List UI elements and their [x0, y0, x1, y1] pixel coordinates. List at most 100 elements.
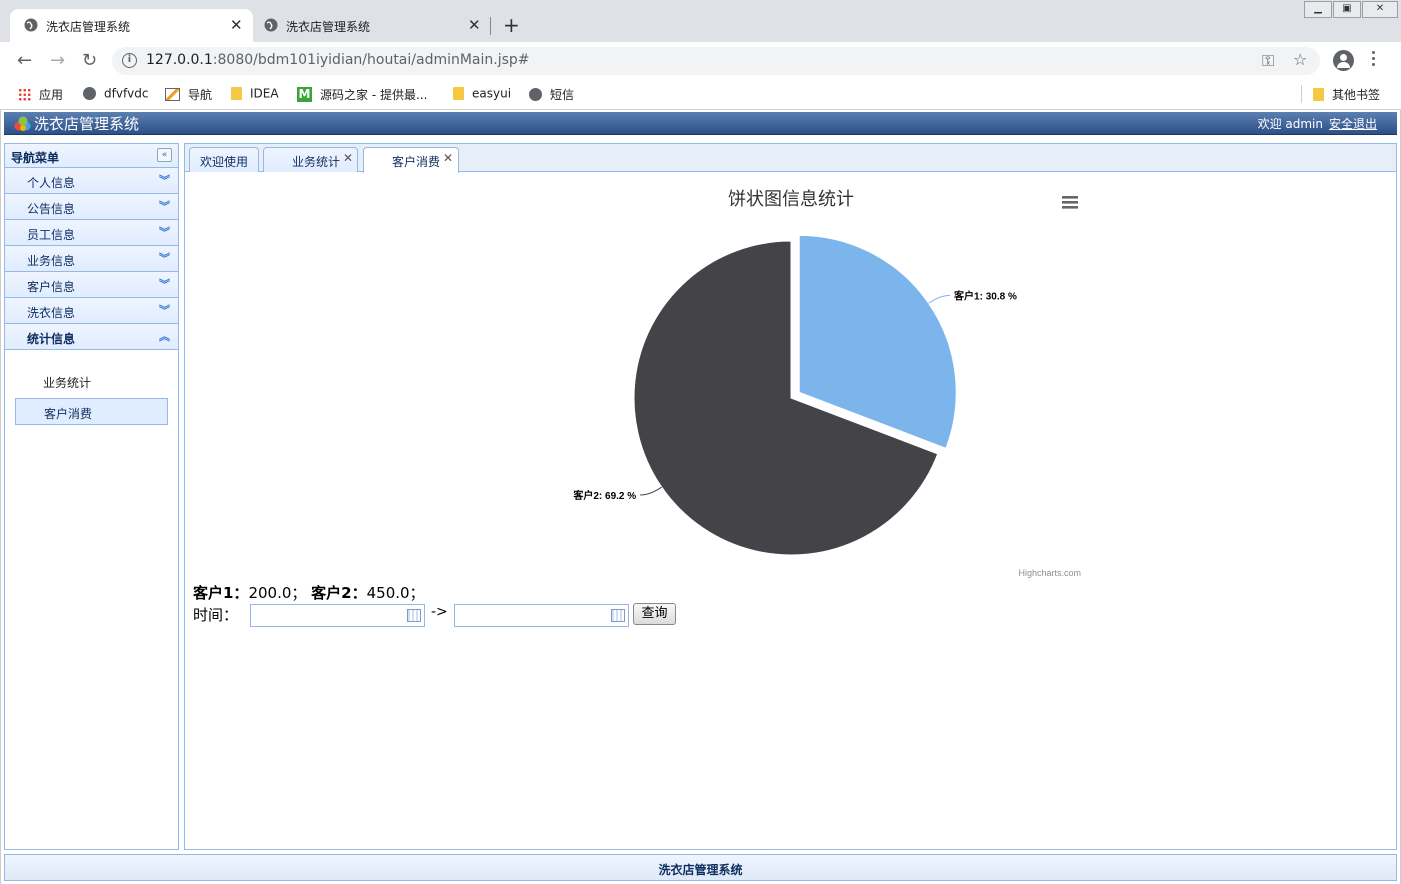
nav-section-staff[interactable]: 员工信息 ︾ [5, 220, 178, 246]
chart-title: 饼状图信息统计 [728, 189, 854, 209]
nav-section-laundry[interactable]: 洗衣信息 ︾ [5, 298, 178, 324]
apps-grid-icon [18, 88, 31, 101]
calendar-icon[interactable] [611, 609, 625, 622]
customer2-label: 客户2： [311, 584, 367, 602]
tab-separator [490, 17, 491, 35]
browser-tab-title: 洗衣店管理系统 [46, 20, 131, 34]
logout-link[interactable]: 安全退出 [1329, 117, 1377, 131]
bookmark-idea[interactable]: IDEA [231, 86, 279, 104]
time-label: 时间： [193, 606, 239, 624]
reload-icon[interactable]: ↻ [82, 50, 97, 71]
tab-customer-spending[interactable]: 客户消费 ✕ [363, 147, 459, 173]
app-header: 洗衣店管理系统 欢迎 admin 安全退出 [4, 112, 1397, 135]
bookmarks-separator [1301, 85, 1302, 103]
customer1-value: 200.0； [248, 584, 307, 602]
nav-section-personal[interactable]: 个人信息 ︾ [5, 168, 178, 194]
double-chevron-down-icon: ︾ [159, 226, 170, 239]
tab-business-stats[interactable]: 业务统计 ✕ [263, 147, 358, 172]
customer2-value: 450.0； [366, 584, 425, 602]
folder-icon [1313, 88, 1324, 101]
other-bookmarks[interactable]: 其他书签 [1313, 86, 1380, 104]
bookmark-easyui[interactable]: easyui [453, 86, 511, 104]
forward-arrow-icon[interactable]: → [50, 50, 65, 71]
pie-connector-1 [928, 294, 951, 304]
globe-icon [529, 88, 542, 101]
m-logo-icon: M [297, 87, 312, 102]
browser-tab-strip: 洗衣店管理系统 ✕ 洗衣店管理系统 ✕ + ▁ ▣ ✕ [0, 0, 1401, 42]
calendar-icon[interactable] [407, 609, 421, 622]
close-icon[interactable]: ✕ [443, 151, 453, 165]
pie-label-1: 客户1: 30.8 % [953, 289, 1017, 302]
close-icon[interactable]: ✕ [343, 151, 353, 165]
folder-icon [453, 87, 464, 100]
nav-title: 导航菜单 [11, 151, 60, 165]
app-logo-icon [14, 116, 31, 131]
folder-icon [231, 87, 242, 100]
address-bar[interactable]: i 127.0.0.1:8080/bdm101iyidian/houtai/ad… [112, 47, 1320, 75]
nav-section-business[interactable]: 业务信息 ︾ [5, 246, 178, 272]
sub-item-business-stats[interactable]: 业务统计 [15, 368, 168, 395]
pie-chart: 饼状图信息统计 客户1: 30.8 % 客户2: 69.2 % Highchart… [572, 189, 1081, 578]
bookmark-dfvfvdc[interactable]: dfvfvdc [83, 86, 148, 104]
pie-connector-2 [640, 486, 662, 496]
bookmark-apps[interactable]: 应用 [18, 86, 63, 104]
double-chevron-down-icon: ︾ [159, 252, 170, 265]
welcome-area: 欢迎 admin 安全退出 [1258, 115, 1377, 132]
maximize-button[interactable]: ▣ [1333, 1, 1361, 18]
nav-header: 导航菜单 « [5, 144, 178, 168]
customer1-label: 客户1： [193, 584, 249, 602]
profile-avatar-icon[interactable] [1333, 50, 1354, 71]
bookmark-duanxin[interactable]: 短信 [529, 86, 574, 104]
double-chevron-down-icon: ︾ [159, 174, 170, 187]
nav-section-notice[interactable]: 公告信息 ︾ [5, 194, 178, 220]
nav-panel: 导航菜单 « 个人信息 ︾ 公告信息 ︾ 员工信息 ︾ 业务信息 ︾ 客户信息 ︾ 洗衣信… [4, 143, 179, 850]
double-chevron-down-icon: ︾ [159, 304, 170, 317]
back-arrow-icon[interactable]: ← [17, 50, 32, 71]
sub-item-customer-spending[interactable]: 客户消费 [15, 398, 168, 425]
chart-credits[interactable]: Highcharts.com [1018, 568, 1081, 578]
minimize-button[interactable]: ▁ [1304, 1, 1332, 18]
footer-text: 洗衣店管理系统 [658, 863, 743, 877]
content-tabs: 欢迎使用 业务统计 ✕ 客户消费 ✕ [185, 144, 1396, 173]
close-icon[interactable]: ✕ [468, 16, 481, 34]
browser-toolbar: ← → ↻ i 127.0.0.1:8080/bdm101iyidian/hou… [0, 42, 1401, 80]
app-title: 洗衣店管理系统 [34, 115, 140, 133]
start-date-input[interactable] [250, 604, 425, 627]
double-chevron-down-icon: ︾ [159, 278, 170, 291]
url-text: 127.0.0.1:8080/bdm101iyidian/houtai/admi… [146, 52, 530, 68]
globe-icon [264, 18, 278, 32]
key-icon[interactable]: ⚿ [1262, 51, 1274, 71]
query-button[interactable]: 查询 [633, 603, 676, 625]
bookmark-yuanma[interactable]: M 源码之家 - 提供最... [297, 86, 427, 104]
globe-icon [83, 87, 96, 100]
bookmarks-bar: 应用 dfvfvdc 导航 IDEA M 源码之家 - 提供最... easyui… [0, 80, 1401, 110]
tab-welcome[interactable]: 欢迎使用 [189, 147, 259, 172]
new-tab-button[interactable]: + [503, 13, 520, 37]
browser-tab-2[interactable]: 洗衣店管理系统 ✕ [250, 9, 490, 42]
end-date-input[interactable] [454, 604, 629, 627]
close-icon[interactable]: ✕ [230, 16, 243, 34]
info-icon[interactable]: i [122, 53, 137, 68]
browser-tab-1[interactable]: 洗衣店管理系统 ✕ [10, 9, 253, 42]
nav-section-statistics[interactable]: 统计信息 ︽ [5, 324, 178, 350]
window-close-button[interactable]: ✕ [1362, 1, 1398, 18]
app-footer: 洗衣店管理系统 [4, 854, 1397, 881]
bookmark-daohang[interactable]: 导航 [165, 86, 212, 104]
collapse-left-icon[interactable]: « [157, 148, 172, 162]
browser-tab-title: 洗衣店管理系统 [286, 20, 371, 34]
globe-icon [24, 18, 38, 32]
nav-section-customer[interactable]: 客户信息 ︾ [5, 272, 178, 298]
double-chevron-down-icon: ︾ [159, 200, 170, 213]
chart-menu-icon[interactable] [1062, 196, 1078, 209]
range-arrow: -> [431, 604, 448, 620]
welcome-text: 欢迎 admin [1257, 117, 1323, 131]
totals-line: 客户1：200.0； 客户2：450.0； [193, 582, 425, 603]
pie-label-2: 客户2: 69.2 % [572, 489, 636, 502]
menu-kebab-icon[interactable] [1372, 51, 1376, 67]
double-chevron-up-icon: ︽ [159, 330, 170, 343]
statistics-submenu: 业务统计 客户消费 [5, 350, 178, 425]
star-icon[interactable]: ☆ [1293, 50, 1307, 69]
tab-pane: 饼状图信息统计 客户1: 30.8 % 客户2: 69.2 % Highchart… [185, 172, 1396, 849]
content-panel: 欢迎使用 业务统计 ✕ 客户消费 ✕ 饼状图信息统计 客户1: 30.8 % 客户… [184, 143, 1397, 850]
image-icon [165, 88, 180, 101]
